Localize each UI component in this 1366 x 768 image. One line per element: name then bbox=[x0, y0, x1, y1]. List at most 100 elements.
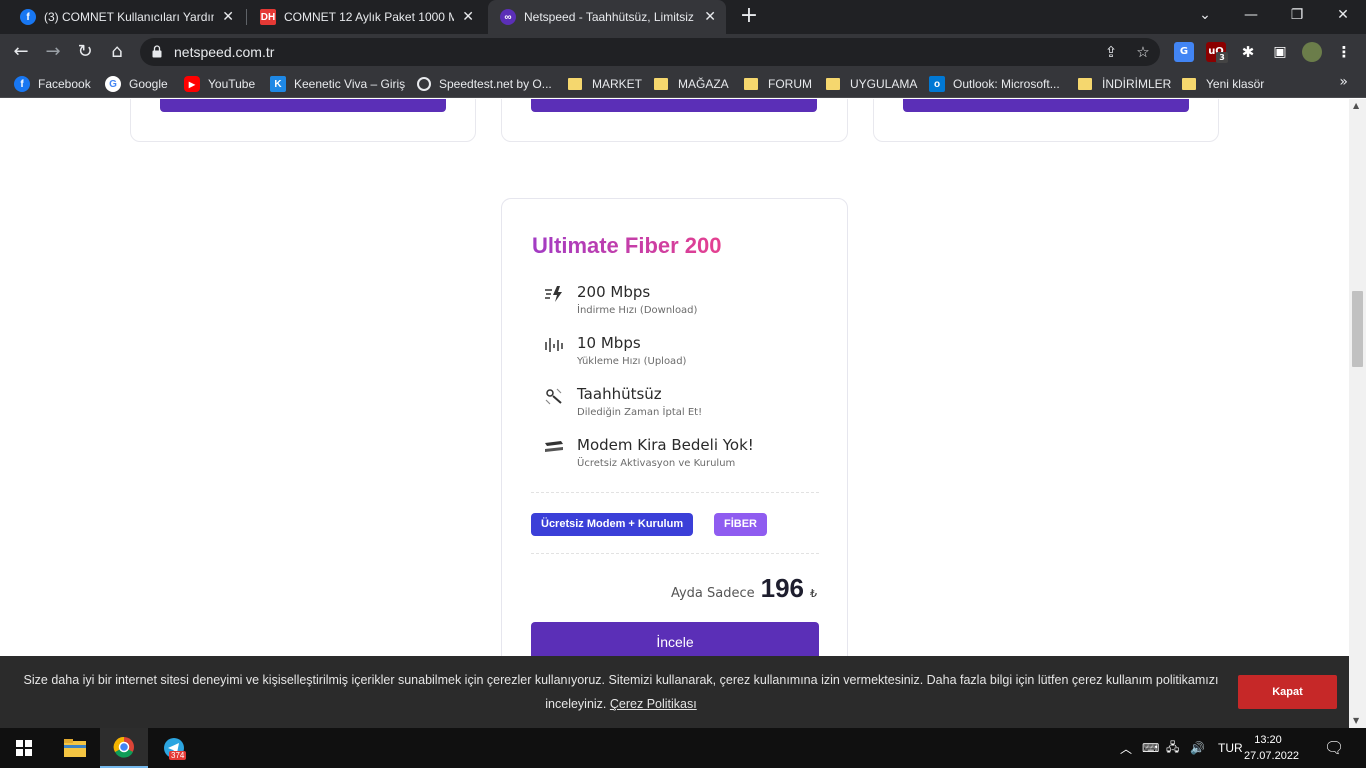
ublock-icon[interactable]: uO3 bbox=[1206, 42, 1228, 63]
plan-card-button[interactable] bbox=[160, 99, 446, 112]
menu-kebab-icon[interactable]: ⋮ bbox=[1334, 42, 1354, 62]
bookmark-folder-forum[interactable]: FORUM bbox=[744, 74, 812, 94]
clock[interactable]: 13:20 27.07.2022 bbox=[1244, 732, 1299, 764]
language-indicator[interactable]: TUR bbox=[1218, 728, 1243, 768]
folder-icon bbox=[1078, 78, 1092, 90]
close-window-icon[interactable]: ✕ bbox=[1320, 0, 1366, 30]
close-tab-icon[interactable]: ✕ bbox=[704, 9, 716, 25]
telegram-badge: 374 bbox=[169, 751, 187, 760]
bookmark-folder-uygulama[interactable]: UYGULAMA bbox=[826, 74, 917, 94]
upload-bars-icon bbox=[545, 338, 563, 352]
divider bbox=[531, 553, 819, 554]
bookmark-keenetic[interactable]: K Keenetic Viva – Giriş bbox=[270, 74, 405, 94]
new-tab-button[interactable]: + bbox=[738, 5, 760, 27]
badge-fiber: FİBER bbox=[714, 513, 767, 536]
dh-icon: DH bbox=[260, 9, 276, 25]
cookie-close-button[interactable]: Kapat bbox=[1238, 675, 1337, 709]
divider bbox=[531, 492, 819, 493]
close-tab-icon[interactable]: ✕ bbox=[222, 9, 234, 25]
notification-icon[interactable]: 🗨 bbox=[1324, 728, 1344, 768]
bookmark-google[interactable]: G Google bbox=[105, 74, 168, 94]
keenetic-icon: K bbox=[270, 76, 286, 92]
bookmark-star-icon[interactable]: ☆ bbox=[1134, 43, 1152, 61]
volume-icon[interactable]: 🔊 bbox=[1190, 728, 1205, 768]
scroll-up-icon[interactable]: ▲ bbox=[1353, 101, 1359, 110]
badge-free-modem: Ücretsiz Modem + Kurulum bbox=[531, 513, 694, 536]
page-scrollbar[interactable]: ▲ ▼ bbox=[1349, 99, 1366, 728]
facebook-icon: f bbox=[14, 76, 30, 92]
show-hidden-icons[interactable]: ︿ bbox=[1120, 728, 1132, 768]
plan-card-previous-3 bbox=[873, 99, 1219, 142]
no-commitment-icon bbox=[545, 388, 562, 405]
folder-icon bbox=[654, 78, 668, 90]
extension-badge: 3 bbox=[1216, 52, 1228, 63]
close-tab-icon[interactable]: ✕ bbox=[462, 9, 474, 25]
tab-search-icon[interactable]: ⌄ bbox=[1182, 0, 1228, 30]
side-panel-icon[interactable]: ▣ bbox=[1270, 42, 1290, 62]
google-icon: G bbox=[105, 76, 121, 92]
telegram-taskbar-icon[interactable]: 374 bbox=[150, 728, 198, 768]
chevron-right-icon[interactable]: » bbox=[1339, 74, 1348, 90]
windows-start-icon[interactable] bbox=[0, 728, 48, 768]
price-currency: ₺ bbox=[810, 587, 817, 600]
cookie-text: Size daha iyi bir internet sitesi deneyi… bbox=[23, 673, 1219, 711]
price-label: Ayda Sadece bbox=[670, 586, 755, 601]
minimize-icon[interactable]: — bbox=[1228, 0, 1274, 30]
extensions-puzzle-icon[interactable]: ✱ bbox=[1238, 42, 1258, 62]
price-value: 196 bbox=[760, 573, 804, 603]
forward-icon[interactable]: → bbox=[42, 41, 64, 63]
folder-icon bbox=[568, 78, 582, 90]
bookmarks-bar: f Facebook G Google ▶ YouTube K Keenetic… bbox=[0, 70, 1366, 98]
windows-taskbar: 374 ︿ ⌨ 🖧 🔊 TUR 13:20 27.07.2022 🗨 bbox=[0, 728, 1366, 768]
bookmark-facebook[interactable]: f Facebook bbox=[14, 74, 91, 94]
restore-icon[interactable]: ❐ bbox=[1274, 0, 1320, 30]
plan-card-previous-1 bbox=[130, 99, 476, 142]
file-explorer-icon[interactable] bbox=[51, 728, 99, 768]
tab-strip: f (3) COMNET Kullanıcıları Yardımla ✕ DH… bbox=[0, 0, 1366, 34]
facebook-icon: f bbox=[20, 9, 36, 25]
input-method-icon[interactable]: ⌨ bbox=[1142, 728, 1159, 768]
outlook-icon: o bbox=[929, 76, 945, 92]
home-icon[interactable]: ⌂ bbox=[106, 41, 128, 63]
plan-card-ultimate-fiber-200: Ultimate Fiber 200 200 Mbps İndirme Hızı… bbox=[501, 198, 848, 728]
tab-comnet-paket[interactable]: DH COMNET 12 Aylık Paket 1000 MB ✕ bbox=[248, 0, 484, 34]
bookmark-folder-market[interactable]: MARKET bbox=[568, 74, 642, 94]
price-row: Ayda Sadece 196 ₺ bbox=[671, 573, 817, 604]
bookmark-folder-magaza[interactable]: MAĞAZA bbox=[654, 74, 729, 94]
folder-icon bbox=[744, 78, 758, 90]
bookmark-youtube[interactable]: ▶ YouTube bbox=[184, 74, 255, 94]
google-translate-icon[interactable]: G bbox=[1174, 42, 1194, 62]
plan-card-button[interactable] bbox=[903, 99, 1189, 112]
cookie-consent-bar: Size daha iyi bir internet sitesi deneyi… bbox=[0, 656, 1349, 728]
tab-netspeed[interactable]: ∞ Netspeed - Taahhütsüz, Limitsiz F ✕ bbox=[488, 0, 726, 34]
tab-comnet-facebook[interactable]: f (3) COMNET Kullanıcıları Yardımla ✕ bbox=[8, 0, 244, 34]
folder-icon bbox=[826, 78, 840, 90]
bookmark-folder-yeni-klasor[interactable]: Yeni klasör bbox=[1182, 74, 1264, 94]
profile-avatar[interactable] bbox=[1302, 42, 1322, 62]
bookmark-outlook[interactable]: o Outlook: Microsoft... bbox=[929, 74, 1060, 94]
bookmark-speedtest[interactable]: Speedtest.net by O... bbox=[417, 74, 552, 94]
address-bar[interactable]: netspeed.com.tr ⇪ ☆ bbox=[140, 38, 1160, 66]
speedtest-icon bbox=[417, 77, 431, 91]
url-text[interactable]: netspeed.com.tr bbox=[174, 44, 274, 60]
lock-icon bbox=[152, 45, 162, 58]
plan-card-previous-2 bbox=[501, 99, 848, 142]
youtube-icon: ▶ bbox=[184, 76, 200, 92]
scroll-down-icon[interactable]: ▼ bbox=[1353, 716, 1359, 725]
browser-toolbar: ← → ↻ ⌂ netspeed.com.tr ⇪ ☆ G uO3 ✱ ▣ ⋮ bbox=[0, 34, 1366, 70]
scrollbar-thumb[interactable] bbox=[1352, 291, 1363, 367]
page-viewport: Ultimate Fiber 200 200 Mbps İndirme Hızı… bbox=[0, 99, 1349, 728]
cookie-policy-link[interactable]: Çerez Politikası bbox=[610, 697, 697, 711]
download-bolt-icon bbox=[545, 286, 562, 302]
network-icon[interactable]: 🖧 bbox=[1166, 728, 1179, 768]
share-icon[interactable]: ⇪ bbox=[1102, 43, 1120, 61]
back-icon[interactable]: ← bbox=[10, 41, 32, 63]
plan-card-button[interactable] bbox=[531, 99, 817, 112]
bookmark-folder-indirimler[interactable]: İNDİRİMLER bbox=[1078, 74, 1171, 94]
folder-icon bbox=[1182, 78, 1196, 90]
reload-icon[interactable]: ↻ bbox=[74, 41, 96, 63]
plan-title: Ultimate Fiber 200 bbox=[532, 233, 722, 258]
netspeed-icon: ∞ bbox=[500, 9, 516, 25]
chrome-taskbar-icon[interactable] bbox=[100, 728, 148, 768]
modem-icon bbox=[545, 441, 563, 452]
